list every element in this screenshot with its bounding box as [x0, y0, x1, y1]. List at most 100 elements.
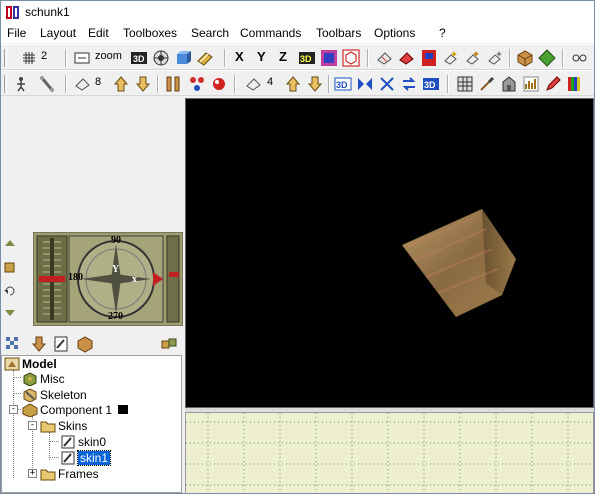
- zoom-icon[interactable]: [72, 48, 92, 68]
- arrow-up-icon[interactable]: [111, 74, 131, 94]
- axis-x-button[interactable]: X: [235, 49, 244, 64]
- book-icon[interactable]: [195, 48, 215, 68]
- toolbar-grip[interactable]: [4, 75, 7, 93]
- tree-toolbar: [1, 334, 184, 356]
- tree-label-skins: Skins: [58, 418, 88, 433]
- menu-help[interactable]: ?: [439, 26, 446, 40]
- mirror-icon[interactable]: [355, 74, 375, 94]
- palette-icon[interactable]: [565, 74, 585, 94]
- axis-y-button[interactable]: Y: [257, 49, 266, 64]
- viewport-3d[interactable]: [185, 98, 594, 408]
- tree-label-skin0: skin0: [78, 434, 107, 449]
- tree-item-component[interactable]: Component 1: [22, 402, 129, 418]
- tree-item-skins[interactable]: Skins: [40, 418, 87, 433]
- scale-icon[interactable]: [377, 74, 397, 94]
- walk-icon[interactable]: [11, 74, 31, 94]
- tree-item-skin1[interactable]: skin1: [60, 449, 112, 466]
- eraser-icon[interactable]: [375, 48, 395, 68]
- face-select-icon[interactable]: [244, 74, 264, 94]
- zoom-label[interactable]: zoom: [95, 50, 122, 62]
- new-face-icon[interactable]: [441, 48, 461, 68]
- pause-bars-icon[interactable]: [163, 74, 183, 94]
- box-icon[interactable]: [515, 48, 535, 68]
- side-rotate-icon[interactable]: [3, 284, 17, 298]
- tree-boxes-icon[interactable]: [159, 334, 179, 354]
- menu-file[interactable]: File: [7, 26, 26, 40]
- svg-text:3D: 3D: [133, 54, 145, 64]
- diamond-icon[interactable]: [537, 48, 557, 68]
- grid-icon[interactable]: [19, 48, 39, 68]
- tree-item-misc[interactable]: Misc: [22, 371, 65, 387]
- menu-commands[interactable]: Commands: [240, 26, 301, 40]
- building-icon[interactable]: [499, 74, 519, 94]
- tree-line: [49, 432, 50, 460]
- brush-icon[interactable]: [477, 74, 497, 94]
- red-eraser-icon[interactable]: [397, 48, 417, 68]
- checker-icon[interactable]: [3, 334, 23, 354]
- toolbar-grip[interactable]: [4, 49, 7, 67]
- menu-edit[interactable]: Edit: [88, 26, 109, 40]
- new-group-icon[interactable]: [485, 48, 505, 68]
- nodes-icon[interactable]: [187, 74, 207, 94]
- tree-item-frames[interactable]: Frames: [40, 466, 99, 481]
- view-3d-icon[interactable]: 3D: [129, 48, 149, 68]
- frame-icon[interactable]: [319, 48, 339, 68]
- axis-z-button[interactable]: Z: [279, 49, 287, 64]
- side-up-icon[interactable]: [3, 236, 17, 250]
- grid-overlay: [186, 413, 593, 493]
- title-bar: schunk1: [1, 1, 594, 23]
- wire-cube-icon[interactable]: [341, 48, 361, 68]
- compass-label-south: 270: [108, 311, 123, 322]
- compass-label-x: x: [132, 274, 137, 285]
- view-front-icon[interactable]: 3D: [333, 74, 353, 94]
- app-icon: [5, 5, 20, 20]
- tree-item-skeleton[interactable]: Skeleton: [22, 387, 87, 403]
- face-up-icon[interactable]: [283, 74, 303, 94]
- toolbar-separator: [65, 49, 67, 67]
- compass-label-y: Y: [112, 264, 120, 275]
- svg-text:3D: 3D: [424, 80, 436, 90]
- tree-item-skin0[interactable]: skin0: [60, 434, 106, 449]
- tree-label-model: Model: [22, 356, 57, 371]
- tree-edit-icon[interactable]: [51, 334, 71, 354]
- flag-icon[interactable]: [419, 48, 439, 68]
- side-cube-icon[interactable]: [3, 260, 17, 274]
- edit-3d-icon[interactable]: 3D: [297, 48, 317, 68]
- menu-options[interactable]: Options: [374, 26, 415, 40]
- arrow-down-icon[interactable]: [133, 74, 153, 94]
- flip-icon[interactable]: [399, 74, 419, 94]
- vertex-select-icon[interactable]: [73, 74, 93, 94]
- red-blob-icon[interactable]: [209, 74, 229, 94]
- selection-count-a: 8: [95, 76, 102, 88]
- side-down-icon[interactable]: [3, 306, 17, 320]
- tree-item-model[interactable]: Model: [4, 356, 57, 371]
- tree-box-icon[interactable]: [75, 334, 95, 354]
- skin-icon: [60, 435, 76, 449]
- menu-toolboxes[interactable]: Toolboxes: [123, 26, 177, 40]
- tree-down-icon[interactable]: [29, 334, 49, 354]
- texture-grid-icon[interactable]: [455, 74, 475, 94]
- skins-folder-icon: [40, 419, 56, 433]
- viewport-2d-grid[interactable]: [185, 412, 594, 493]
- pencil-icon[interactable]: [543, 74, 563, 94]
- grid-step-value[interactable]: 2: [41, 50, 47, 62]
- texture-cube-icon[interactable]: [173, 48, 193, 68]
- component-icon: [22, 402, 38, 418]
- model-tree: Model Misc Skeleton - Component 1 - Skin…: [1, 355, 182, 493]
- wheel-icon[interactable]: [151, 48, 171, 68]
- face-down-icon[interactable]: [305, 74, 325, 94]
- collapse-skins-icon[interactable]: -: [28, 421, 37, 430]
- component-color-swatch[interactable]: [118, 405, 129, 414]
- expand-frames-icon[interactable]: +: [28, 469, 37, 478]
- collapse-component-icon[interactable]: -: [9, 405, 18, 414]
- link-icon[interactable]: [569, 48, 589, 68]
- new-poly-icon[interactable]: [463, 48, 483, 68]
- model-render: [401, 208, 517, 318]
- menu-toolbars[interactable]: Toolbars: [316, 26, 361, 40]
- render-3d-icon[interactable]: 3D: [421, 74, 441, 94]
- menu-layout[interactable]: Layout: [40, 26, 76, 40]
- histogram-icon[interactable]: [521, 74, 541, 94]
- menu-search[interactable]: Search: [191, 26, 229, 40]
- bone-icon[interactable]: [37, 74, 57, 94]
- toolbar-secondary: 8 4 3D 3D: [1, 70, 594, 96]
